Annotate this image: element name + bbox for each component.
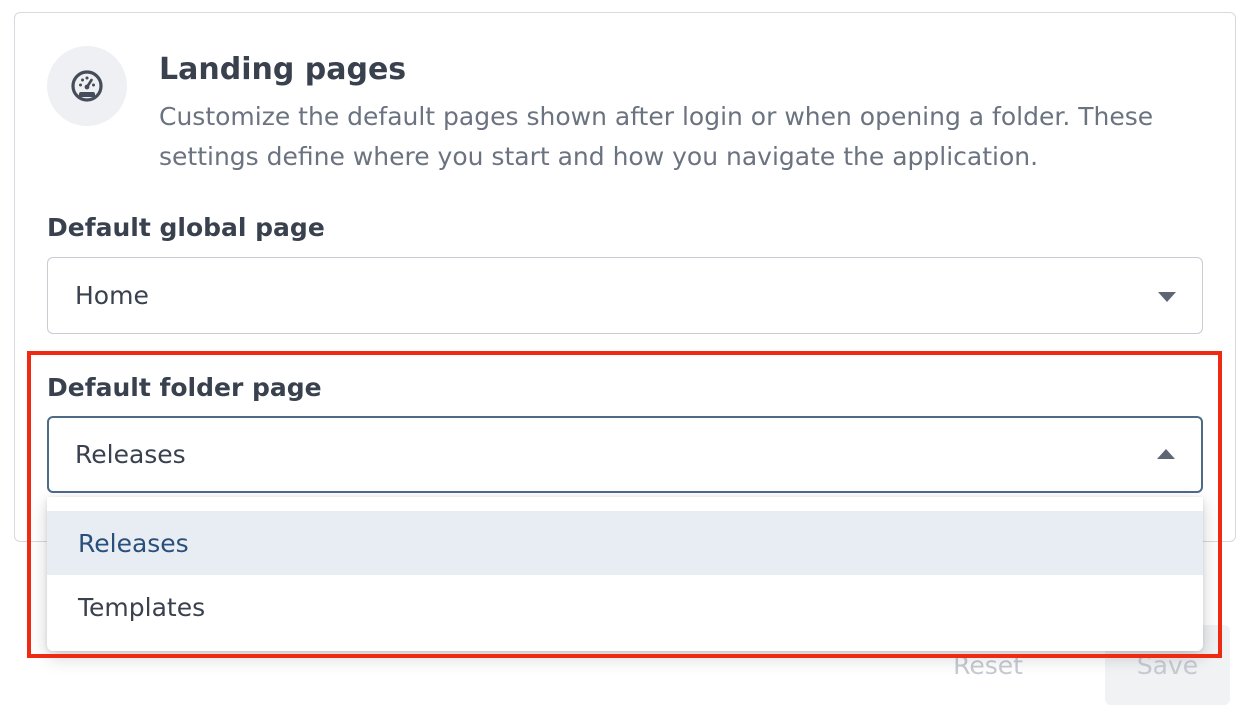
default-folder-page-value: Releases bbox=[75, 440, 186, 469]
default-global-page-select[interactable]: Home bbox=[47, 257, 1203, 334]
section-title: Landing pages bbox=[159, 52, 407, 87]
section-icon-badge bbox=[47, 46, 127, 126]
dropdown-option-templates[interactable]: Templates bbox=[47, 575, 1203, 639]
section-description: Customize the default pages shown after … bbox=[159, 102, 1154, 171]
default-folder-page-select[interactable]: Releases bbox=[47, 416, 1203, 493]
dropdown-option-releases[interactable]: Releases bbox=[47, 511, 1203, 575]
chevron-up-icon bbox=[1157, 448, 1175, 459]
default-folder-page-label: Default folder page bbox=[47, 373, 322, 402]
folder-page-dropdown-menu: Releases Templates bbox=[47, 497, 1203, 651]
dashboard-gauge-icon bbox=[71, 70, 103, 102]
default-global-page-value: Home bbox=[75, 281, 149, 310]
default-global-page-label: Default global page bbox=[47, 213, 325, 242]
chevron-down-icon bbox=[1158, 291, 1176, 302]
settings-page: Landing pages Customize the default page… bbox=[0, 0, 1251, 725]
